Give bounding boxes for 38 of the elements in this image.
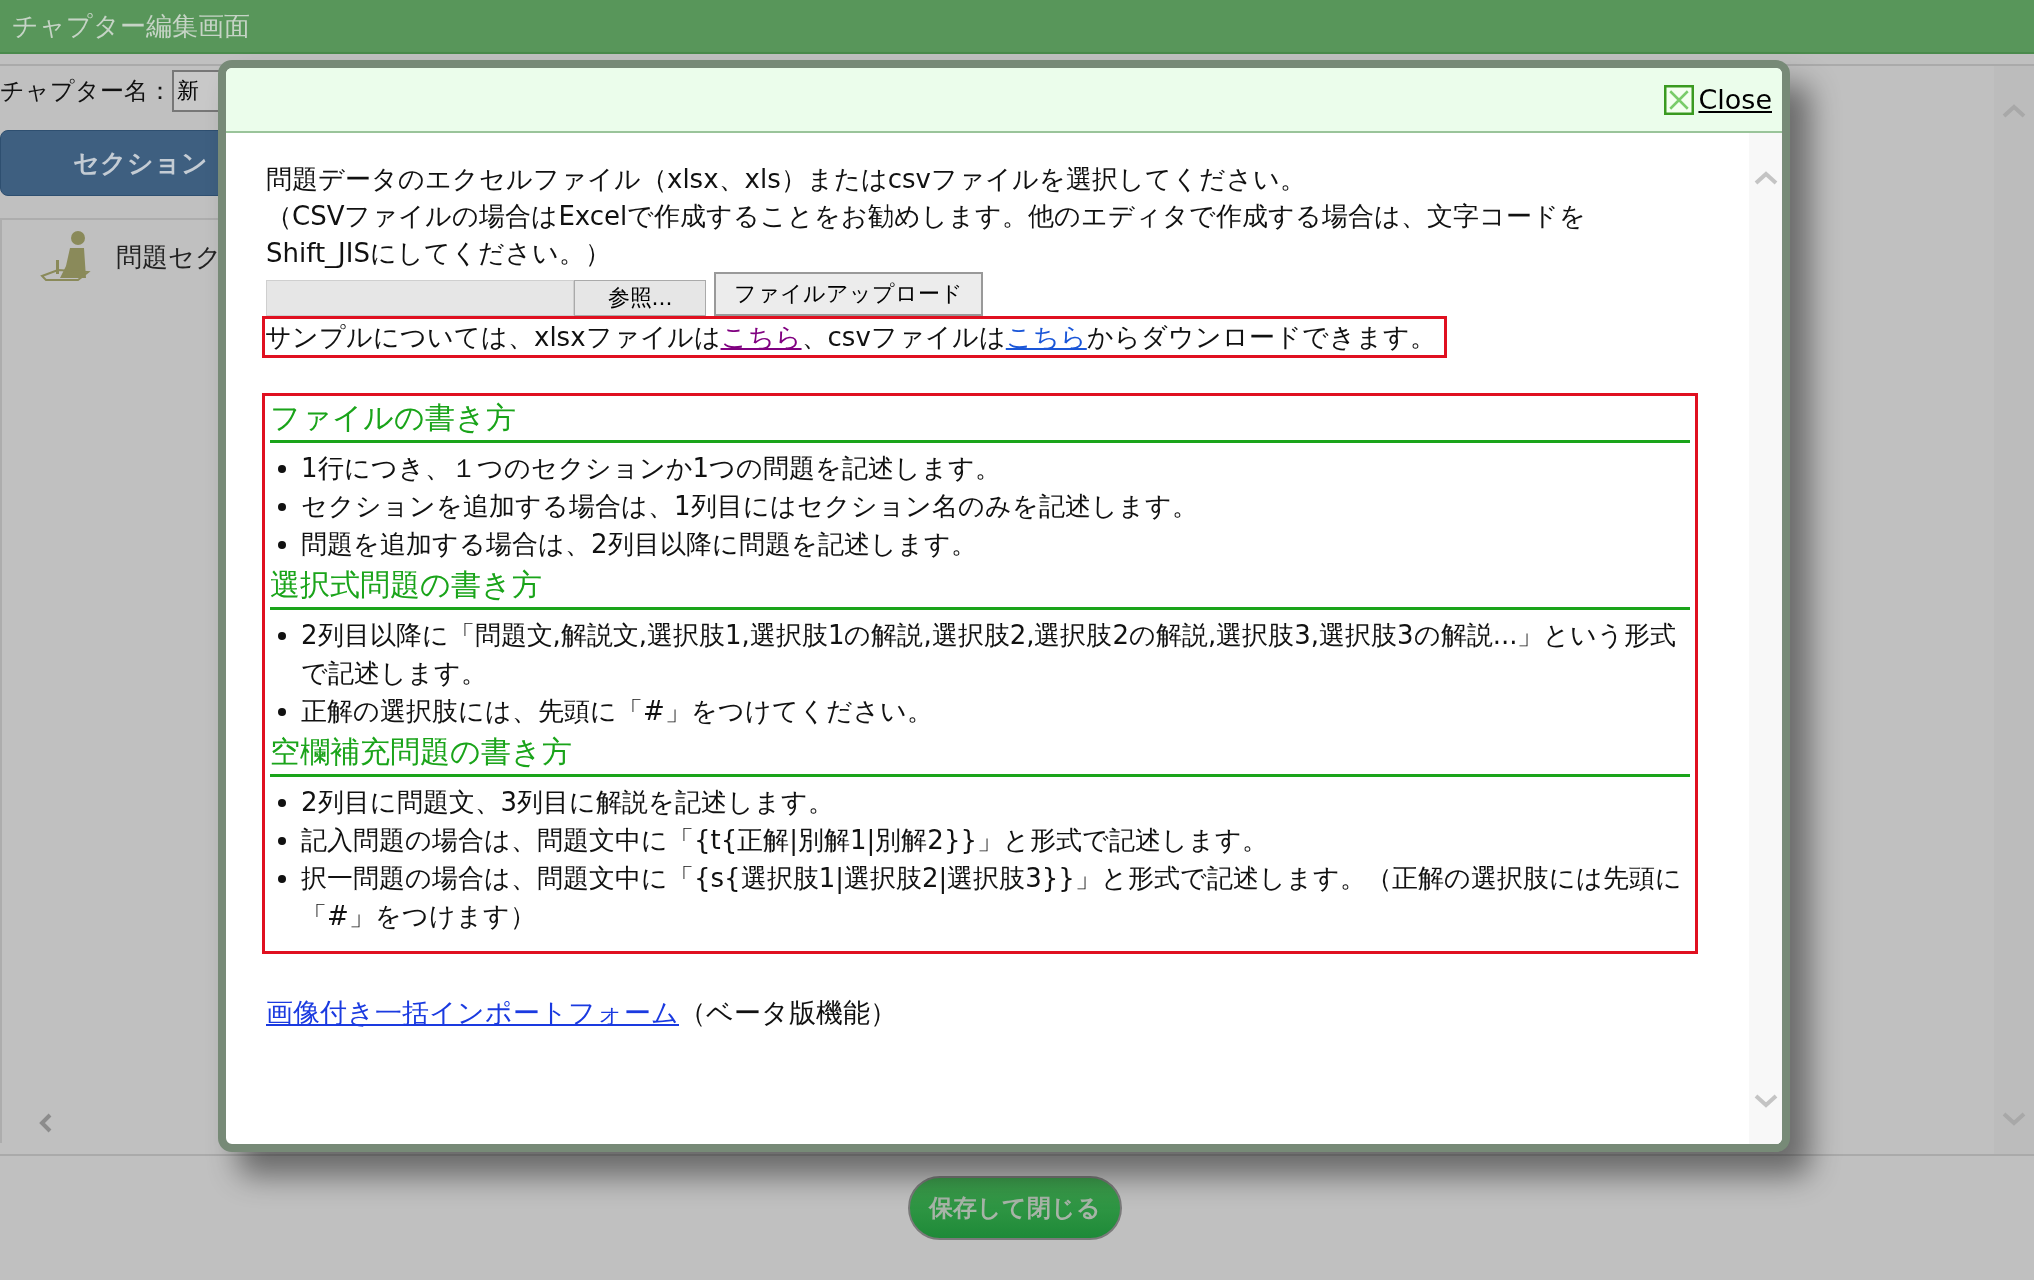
bulk-import-link[interactable]: 画像付き一括インポートフォーム (266, 994, 679, 1031)
page-scrollbar[interactable] (1994, 66, 2034, 1154)
guide-item-text: 問題を追加する場合は、2列目以降に問題を記述します。 (301, 528, 978, 561)
guide-item-text: 2列目以降に「問題文,解説文,選択肢1,選択肢1の解説,選択肢2,選択肢2の解説,選択肢3,選択肢3の解説...」という形式で記述します。 (301, 619, 1678, 690)
section-item[interactable]: 問題セク (116, 239, 222, 275)
guide-item-text: セクションを追加する場合は、1列目にはセクション名のみを記述します。 (301, 490, 1199, 523)
guide-item-text: 択一問題の場合は、問題文中に「{s{選択肢1|選択肢2|選択肢3}}」と形式で記述します。（正解の選択肢には先頭に「#」をつけます） (301, 862, 1683, 933)
page-title: チャプター編集画面 (12, 9, 250, 43)
sample-download-note: サンプルについては、xlsxファイルは こちら、csvファイルは こちら からダウンロードできます。 (262, 316, 1447, 358)
guide-item-text: 正解の選択肢には、先頭に「#」をつけてください。 (301, 695, 934, 728)
scroll-up-icon[interactable] (1753, 171, 1778, 185)
guide-item-text: 2列目に問題文、3列目に解説を記述します。 (301, 786, 836, 819)
section-heading: ファイルの書き方 (270, 396, 1690, 443)
section-heading: 空欄補充問題の書き方 (270, 730, 1690, 777)
bullet-icon (278, 465, 286, 473)
bullet-icon (278, 541, 286, 549)
file-upload-button[interactable]: ファイルアップロード (714, 272, 983, 316)
download-link[interactable]: こちら (720, 322, 802, 352)
instruction-text: （CSVファイルの場合はExcelで作成することをお勧めします。他のエディタで作成する場合は、文字コードをShift_JISにしてください。） (266, 200, 1588, 270)
bullet-icon (278, 503, 286, 511)
dialog-scrollbar[interactable] (1749, 133, 1782, 1144)
guide-item-text: 1行につき、１つのセクションか1つの問題を記述します。 (301, 452, 1003, 485)
file-path-field[interactable] (266, 280, 574, 316)
download-link[interactable]: こちら (1005, 322, 1087, 352)
scroll-down-icon[interactable] (1753, 1094, 1778, 1108)
bullet-icon (278, 837, 286, 845)
bullet-icon (278, 708, 286, 716)
browse-button[interactable]: 参照... (574, 280, 706, 316)
section-heading: 選択式問題の書き方 (270, 563, 1690, 610)
bullet-icon (278, 875, 286, 883)
bullet-icon (278, 799, 286, 807)
beta-note: （ベータ版機能） (679, 996, 897, 1030)
guide-item-text: 記入問題の場合は、問題文中に「{t{正解|別解1|別解2}}」と形式で記述します。 (301, 824, 1269, 858)
close-icon (1664, 84, 1695, 115)
close-link[interactable]: Close (1664, 84, 1772, 115)
scroll-left-icon[interactable] (38, 1113, 54, 1133)
chapter-name-label: チャプター名： (0, 76, 172, 107)
bullet-icon (278, 632, 286, 640)
